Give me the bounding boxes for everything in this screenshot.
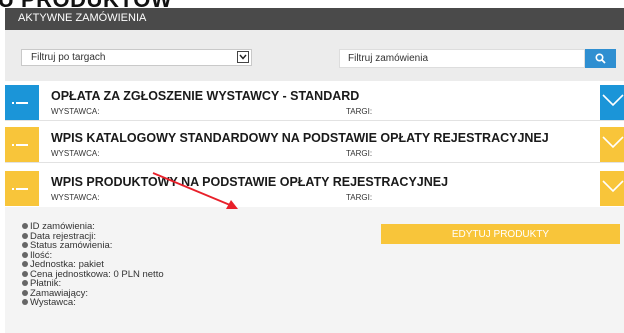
bullet-icon bbox=[22, 299, 28, 305]
search-icon bbox=[595, 53, 606, 64]
order-row[interactable]: WPIS KATALOGOWY STANDARDOWY NA PODSTAWIE… bbox=[5, 127, 624, 163]
order-row[interactable]: OPŁATA ZA ZGŁOSZENIE WYSTAWCY - STANDARD… bbox=[5, 85, 624, 121]
bullet-icon bbox=[22, 223, 28, 229]
chevron-down-icon bbox=[602, 180, 624, 193]
fair-filter-value: Filtruj po targach bbox=[31, 52, 106, 63]
chevron-down-icon bbox=[602, 94, 624, 107]
annotation-arrow bbox=[152, 172, 238, 209]
chevron-down-icon bbox=[602, 136, 624, 149]
detail-row: Wystawca: bbox=[22, 298, 164, 308]
order-exhibitor-label: WYSTAWCA: bbox=[51, 107, 100, 116]
bullet-icon bbox=[22, 242, 28, 248]
order-details-panel: ID zamówienia: Data rejestracji: Status … bbox=[5, 207, 624, 333]
edit-products-label: EDYTUJ PRODUKTY bbox=[451, 229, 550, 240]
tab-bar: AKTYWNE ZAMÓWIENIA bbox=[5, 8, 624, 30]
order-fair-label: TARGI: bbox=[346, 149, 373, 158]
bullet-icon bbox=[22, 232, 28, 239]
expand-toggle[interactable] bbox=[600, 85, 624, 120]
list-icon bbox=[5, 85, 39, 120]
order-row[interactable]: WPIS PRODUKTOWY NA PODSTAWIE OPŁATY REJE… bbox=[5, 171, 624, 206]
order-fair-label: TARGI: bbox=[346, 193, 373, 202]
bullet-icon bbox=[22, 261, 28, 267]
bullet-icon bbox=[22, 270, 28, 277]
order-title: WPIS PRODUKTOWY NA PODSTAWIE OPŁATY REJE… bbox=[51, 175, 449, 189]
order-title: WPIS KATALOGOWY STANDARDOWY NA PODSTAWIE… bbox=[51, 131, 549, 145]
fair-filter-select[interactable]: Filtruj po targach bbox=[21, 49, 252, 66]
order-detail-list: ID zamówienia: Data rejestracji: Status … bbox=[22, 222, 164, 308]
chevron-down-icon[interactable] bbox=[237, 51, 249, 63]
order-exhibitor-label: WYSTAWCA: bbox=[51, 193, 100, 202]
expand-toggle[interactable] bbox=[600, 127, 624, 162]
order-search-input[interactable]: Filtruj zamówienia bbox=[339, 49, 585, 68]
list-icon bbox=[5, 127, 39, 162]
order-search-placeholder: Filtruj zamówienia bbox=[348, 53, 429, 64]
tab-active-orders[interactable]: AKTYWNE ZAMÓWIENIA bbox=[18, 12, 146, 24]
order-exhibitor-label: WYSTAWCA: bbox=[51, 149, 100, 158]
search-button[interactable] bbox=[585, 49, 616, 68]
edit-products-button[interactable]: EDYTUJ PRODUKTY bbox=[381, 224, 620, 244]
order-title: OPŁATA ZA ZGŁOSZENIE WYSTAWCY - STANDARD bbox=[51, 89, 360, 103]
bullet-icon bbox=[22, 251, 28, 258]
expand-toggle[interactable] bbox=[600, 171, 624, 206]
list-icon bbox=[5, 171, 39, 206]
order-fair-label: TARGI: bbox=[346, 107, 373, 116]
filter-bar: Filtruj po targach Filtruj zamówienia bbox=[5, 30, 624, 81]
bullet-icon bbox=[22, 280, 28, 286]
bullet-icon bbox=[22, 289, 28, 296]
